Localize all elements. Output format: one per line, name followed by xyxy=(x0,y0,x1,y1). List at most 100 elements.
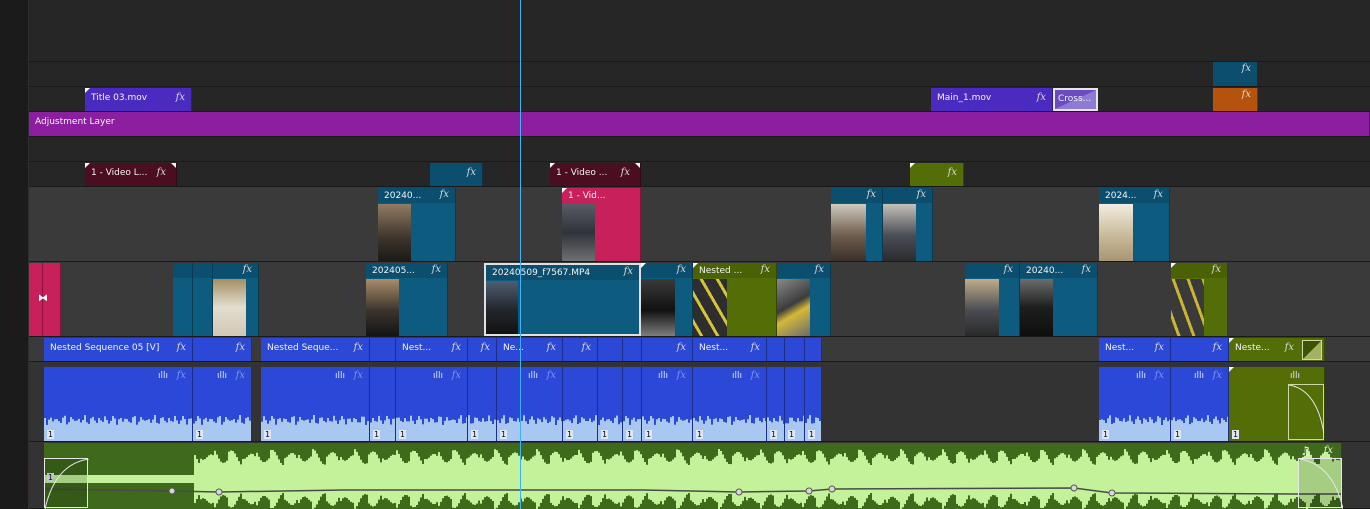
clip-fx-olive-1[interactable]: fx xyxy=(910,163,964,186)
audio-clip[interactable]: 1 xyxy=(563,367,598,441)
fx-badge: fx xyxy=(760,264,770,275)
clip-nested-sequence-2[interactable]: Nested Seque... fx xyxy=(261,338,370,361)
fx-badge: fx xyxy=(451,370,461,381)
clip-v3-video-layer[interactable]: 1 - Vid... xyxy=(562,188,641,261)
audio-transition-end[interactable] xyxy=(1298,458,1344,509)
clip-v3-video-1[interactable]: 20240... fx xyxy=(378,188,456,261)
fx-badge: fx xyxy=(235,370,245,381)
clip-corner xyxy=(641,263,646,268)
clip-corner xyxy=(85,163,90,168)
clip-adjustment-layer[interactable]: Adjustment Layer xyxy=(29,112,1370,136)
audio-waveform xyxy=(261,411,369,441)
audio-clip[interactable]: 1 xyxy=(370,367,396,441)
clip-v2-olive-end[interactable]: fx xyxy=(1171,263,1228,336)
clip-nested-v1-d[interactable] xyxy=(370,338,396,361)
fx-badge: fx xyxy=(175,92,185,103)
clip-nested-v1-q[interactable]: fx xyxy=(1171,338,1229,361)
clip-v2-teal-a[interactable] xyxy=(173,263,193,336)
clip-nested-v1-b[interactable]: fx xyxy=(193,338,252,361)
audio-clip[interactable]: 1 ıllı fx xyxy=(642,367,693,441)
clip-fx-teal-1[interactable]: fx xyxy=(430,163,483,186)
clip-v2-magenta[interactable]: ⧓ xyxy=(29,263,61,336)
fx-badge: fx xyxy=(480,342,490,353)
clip-v2-teal-b[interactable] xyxy=(193,263,213,336)
track-v5[interactable] xyxy=(29,137,1370,162)
audio-clip-olive[interactable]: 1 ıllı xyxy=(1229,367,1325,441)
clip-v2-video-1[interactable]: 202405... fx xyxy=(366,263,448,336)
audio-clip[interactable]: 1 ıllı fx xyxy=(1099,367,1171,441)
audio-clip[interactable]: 1 xyxy=(805,367,822,441)
fx-badge: fx xyxy=(814,264,824,275)
clip-v2-video-2[interactable]: fx xyxy=(641,263,693,336)
clip-v3-video-2[interactable]: fx xyxy=(831,188,883,261)
clip-nested-v1-olive[interactable]: Neste... fx xyxy=(1229,338,1325,361)
audio-clip[interactable]: 1 xyxy=(598,367,623,441)
clip-nested-sequence-05[interactable]: Nested Sequence 05 [V] fx xyxy=(44,338,193,361)
audio-clip[interactable]: 1 ıllı fx xyxy=(1171,367,1229,441)
clip-v2-teal-c[interactable]: fx xyxy=(213,263,259,336)
clip-video-layer-2[interactable]: 1 - Video ... fx xyxy=(550,163,641,186)
clip-label: 202405... xyxy=(372,266,415,276)
clip-title-03[interactable]: Title 03.mov fx xyxy=(85,88,192,111)
fx-badge: fx xyxy=(676,342,686,353)
clip-fx-orange[interactable]: fx xyxy=(1213,88,1258,111)
clip-v2-video-5[interactable]: 20240... fx xyxy=(1020,263,1098,336)
audio-transition-box[interactable] xyxy=(1288,384,1324,440)
audio-clip[interactable]: 1 ıllı fx xyxy=(193,367,252,441)
clip-nested-v1-j[interactable] xyxy=(623,338,642,361)
channel-number: 1 xyxy=(500,430,508,439)
audio-clip[interactable]: 1 xyxy=(785,367,805,441)
track-v7[interactable] xyxy=(29,87,1370,112)
fx-badge: fx xyxy=(1154,342,1164,353)
clip-label: 20240... xyxy=(384,191,422,201)
track-v9[interactable] xyxy=(29,0,1370,62)
audio-clip[interactable]: 1 ıllı fx xyxy=(261,367,370,441)
clip-v2-selected[interactable]: 20240509_f7567.MP4 fx xyxy=(484,263,641,336)
clip-v3-video-3[interactable]: fx xyxy=(883,188,933,261)
clip-v2-nested[interactable]: Nested ... fx xyxy=(693,263,777,336)
timeline-panel[interactable]: fx fx Title 03.mov fx Main_1.mov fx Cros… xyxy=(0,0,1370,509)
clip-thumbnail xyxy=(693,279,727,336)
clip-corner xyxy=(1229,367,1234,372)
clip-nested-v1-n[interactable] xyxy=(785,338,805,361)
track-v4[interactable] xyxy=(29,162,1370,187)
clip-nested-v1-p[interactable]: Nest... fx xyxy=(1099,338,1171,361)
clip-thumbnail xyxy=(777,279,810,336)
fx-badge: fx xyxy=(620,167,630,178)
clip-main-1[interactable]: Main_1.mov fx xyxy=(931,88,1053,111)
clip-label: Adjustment Layer xyxy=(35,117,115,127)
clip-nested-v1-o[interactable] xyxy=(805,338,822,361)
fx-badge: fx xyxy=(750,370,760,381)
fx-badge: fx xyxy=(235,342,245,353)
audio-clip[interactable]: 1 xyxy=(767,367,785,441)
clip-nested-v1-e[interactable]: Nest... fx xyxy=(396,338,468,361)
audio-clip[interactable]: 1 ıllı fx xyxy=(497,367,563,441)
audio-clip[interactable]: 1 ıllı fx xyxy=(693,367,767,441)
track-v8[interactable] xyxy=(29,62,1370,87)
transition-box[interactable] xyxy=(1302,340,1322,360)
clip-label: Nest... xyxy=(699,343,729,353)
playhead[interactable] xyxy=(520,0,521,509)
audio-transition-start[interactable] xyxy=(44,458,90,509)
audio-clip[interactable]: 1 xyxy=(468,367,497,441)
clip-v2-video-4[interactable]: fx xyxy=(965,263,1020,336)
clip-nested-v1-m[interactable] xyxy=(767,338,785,361)
audio-clip[interactable]: 1 ıllı fx xyxy=(396,367,468,441)
clip-video-layer-1[interactable]: 1 - Video L... fx xyxy=(85,163,177,186)
clip-nested-v1-l[interactable]: Nest... fx xyxy=(693,338,767,361)
clip-nested-v1-g[interactable]: Ne... fx xyxy=(497,338,563,361)
clip-cross-transition[interactable]: Cross... xyxy=(1053,88,1098,111)
clip-v3-video-4[interactable]: 2024... fx xyxy=(1099,188,1170,261)
clip-nested-v1-f[interactable]: fx xyxy=(468,338,497,361)
fx-badge: fx xyxy=(750,342,760,353)
audio-clip[interactable]: 1 ıllı fx xyxy=(44,367,193,441)
clip-music-track[interactable]: 1 ♫ fx xyxy=(44,443,1342,509)
fx-badge: fx xyxy=(1212,342,1222,353)
clip-fx-top[interactable]: fx xyxy=(1213,62,1258,86)
clip-v2-video-3[interactable]: fx xyxy=(777,263,831,336)
clip-nested-v1-i[interactable] xyxy=(598,338,623,361)
clip-nested-v1-k[interactable]: fx xyxy=(642,338,693,361)
audio-clip[interactable]: 1 xyxy=(623,367,642,441)
clip-nested-v1-h[interactable]: fx xyxy=(563,338,598,361)
channel-number: 1 xyxy=(1174,430,1182,439)
